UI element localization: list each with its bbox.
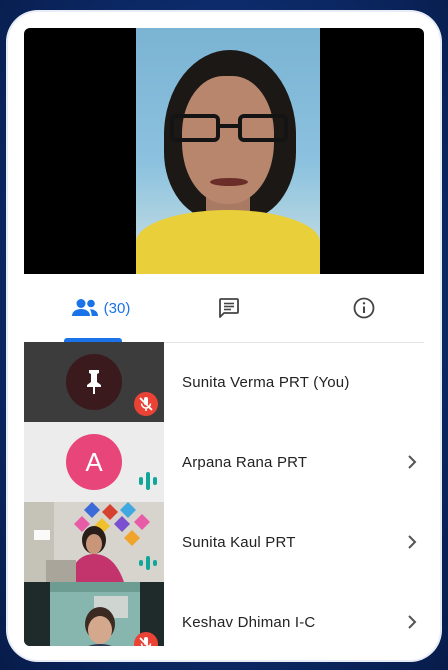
speaker-mouth (210, 178, 248, 186)
glasses (166, 114, 294, 144)
info-icon (353, 297, 375, 319)
audio-level-icon (139, 556, 157, 570)
chevron-right-icon[interactable] (400, 610, 424, 634)
participant-name: Keshav Dhiman I-C (182, 613, 316, 631)
participant-count: (30) (103, 299, 131, 317)
tab-people[interactable]: (30) (44, 274, 156, 342)
participant-row[interactable]: A Arpana Rana PRT (24, 422, 424, 502)
participant-tile (24, 342, 164, 422)
pin-icon (87, 370, 101, 394)
chevron-right-icon[interactable] (400, 450, 424, 474)
participant-tile: A (24, 422, 164, 502)
tab-bar: (30) (24, 274, 424, 343)
mic-off-icon (134, 392, 158, 416)
participant-row[interactable]: Sunita Verma PRT (You) (24, 342, 424, 422)
speaker-video-feed (136, 28, 320, 274)
people-icon (71, 299, 98, 316)
device-frame: (30) Sunita Verma PRT (You) A Arpana Ran… (8, 12, 440, 660)
participant-name: Sunita Verma PRT (You) (182, 373, 350, 391)
tab-info[interactable] (314, 274, 414, 342)
participant-row[interactable]: Keshav Dhiman I-C (24, 582, 424, 646)
pin-avatar (66, 354, 122, 410)
audio-level-icon (139, 472, 157, 490)
tab-chat[interactable] (174, 274, 284, 342)
meet-screen: (30) Sunita Verma PRT (You) A Arpana Ran… (24, 28, 424, 646)
participant-video (24, 502, 164, 582)
chevron-right-icon[interactable] (400, 530, 424, 554)
speaker-shirt (136, 210, 320, 274)
main-video[interactable] (24, 28, 424, 274)
chat-icon (219, 298, 239, 318)
mic-off-icon (134, 632, 158, 646)
participant-name: Arpana Rana PRT (182, 453, 308, 471)
participant-video (24, 582, 164, 646)
participant-row[interactable]: Sunita Kaul PRT (24, 502, 424, 582)
participant-name: Sunita Kaul PRT (182, 533, 296, 551)
letter-avatar: A (66, 434, 122, 490)
